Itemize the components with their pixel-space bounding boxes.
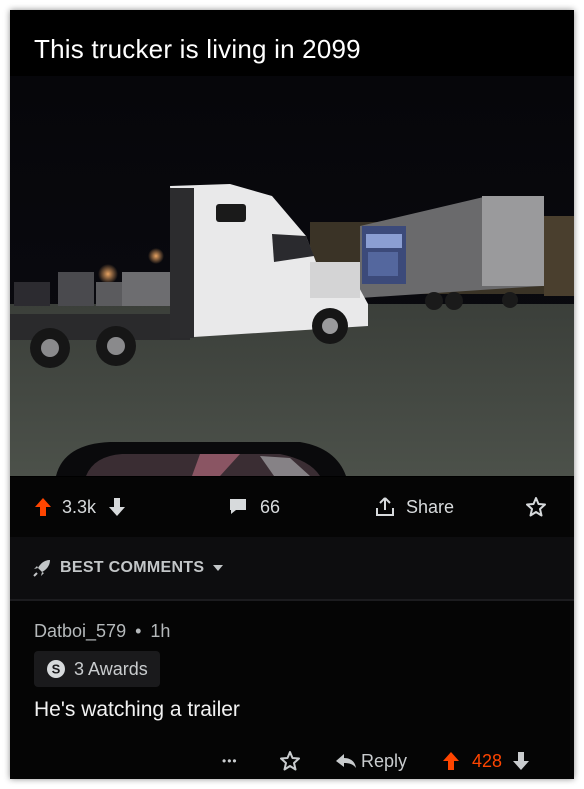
more-options-button[interactable]: •••	[222, 749, 238, 773]
silver-award-icon: S	[46, 659, 66, 679]
comment-score: 428	[472, 750, 503, 771]
comment-text: He's watching a trailer	[34, 698, 240, 721]
post-image[interactable]	[10, 76, 574, 476]
awards-badge[interactable]: S 3 Awards	[34, 651, 160, 687]
chevron-down-icon	[212, 564, 224, 572]
comment-age: 1h	[150, 621, 171, 641]
comment-author[interactable]: Datboi_579	[34, 621, 126, 641]
upvote-group: 3.3k	[34, 494, 126, 520]
rocket-icon	[32, 558, 52, 578]
comment-bubble-icon	[228, 498, 248, 516]
comment-award-button[interactable]	[279, 749, 301, 773]
downvote-icon[interactable]	[108, 497, 126, 517]
downvote-icon[interactable]	[512, 751, 530, 771]
share-button[interactable]: Share	[374, 494, 454, 520]
awards-label: 3 Awards	[74, 658, 148, 679]
post-card: This trucker is living in 2099 3.3k 66 S…	[10, 10, 574, 779]
post-title[interactable]: This trucker is living in 2099	[34, 34, 361, 65]
comment-meta: Datboi_579 • 1h	[34, 621, 170, 642]
share-icon	[374, 496, 396, 518]
comments-button[interactable]: 66	[228, 494, 280, 520]
post-action-bar: 3.3k 66 Share	[10, 477, 574, 537]
upvote-count: 3.3k	[62, 496, 97, 517]
reply-arrow-icon	[335, 752, 357, 770]
more-dots: •••	[222, 754, 238, 768]
award-icon	[525, 496, 547, 518]
comment-vote-group: 428	[442, 749, 530, 773]
reply-label: Reply	[361, 750, 408, 771]
comment-sort-bar: BEST COMMENTS	[10, 537, 574, 599]
reply-button[interactable]: Reply	[335, 749, 407, 773]
upvote-icon[interactable]	[442, 751, 460, 771]
svg-text:S: S	[52, 662, 61, 677]
comment-count: 66	[260, 496, 281, 517]
comment: Datboi_579 • 1h S 3 Awards He's watching…	[10, 601, 574, 779]
sort-label: BEST COMMENTS	[60, 559, 205, 576]
award-button[interactable]	[525, 494, 547, 520]
award-icon	[279, 750, 301, 772]
share-label: Share	[406, 496, 455, 517]
meta-separator: •	[135, 621, 142, 641]
sort-dropdown[interactable]: BEST COMMENTS	[32, 558, 224, 578]
upvote-icon[interactable]	[34, 497, 52, 517]
